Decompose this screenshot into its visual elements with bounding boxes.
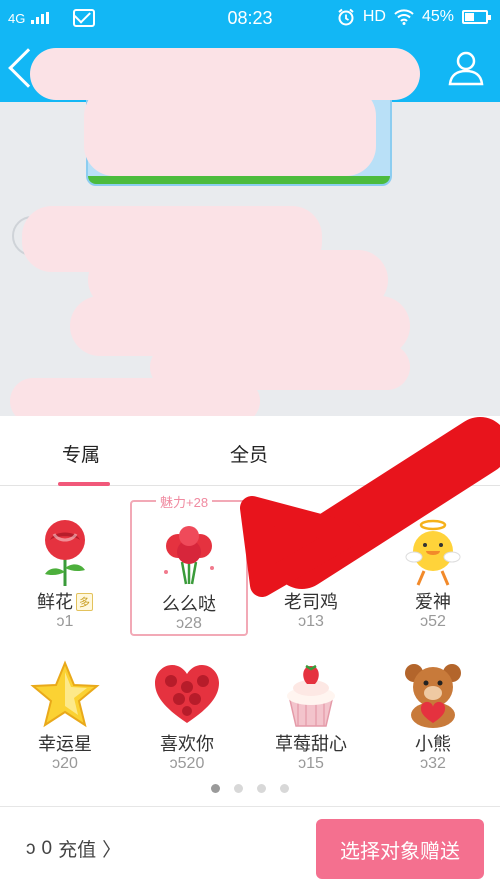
battery-percent: 45%	[421, 8, 454, 25]
status-bar: 4G 08:23 HD 45%	[0, 0, 500, 36]
balance-recharge[interactable]: ↄ 0 充值 〉	[26, 835, 121, 862]
coin-icon: ↄ	[420, 613, 429, 630]
coin-icon: ↄ	[52, 755, 61, 772]
gift-item-chicken[interactable]: 老司鸡 ↄ13	[252, 500, 370, 636]
wifi-icon	[394, 9, 414, 25]
gift-item-bear[interactable]: 小熊 ↄ32	[374, 642, 492, 778]
rose-icon	[45, 520, 85, 586]
gift-price: 1	[64, 613, 74, 630]
multi-tag-badge: 多	[76, 593, 93, 611]
cupcake-icon	[287, 664, 335, 727]
coin-icon: ↄ	[298, 755, 307, 772]
gift-name: 爱神	[415, 592, 451, 612]
gift-name: 喜欢你	[160, 734, 214, 754]
page-indicator	[0, 784, 500, 793]
chicken-icon	[299, 545, 335, 573]
gift-item-like-you[interactable]: 喜欢你 ↄ520	[128, 642, 246, 778]
gift-item-strawberry-sweetheart[interactable]: 草莓甜心 ↄ15	[252, 642, 370, 778]
coin-icon: ↄ	[420, 755, 429, 772]
gift-name: 幸运星	[38, 734, 92, 754]
gift-tabs: 专属 全员	[0, 416, 500, 486]
cupid-icon	[405, 519, 461, 586]
gift-price: 52	[428, 613, 446, 630]
gift-price: 20	[60, 755, 78, 772]
alarm-icon	[338, 8, 354, 26]
gift-name: 小熊	[415, 734, 451, 754]
gift-price: 520	[177, 755, 205, 772]
coin-icon: ↄ	[176, 615, 185, 632]
tab-all-members[interactable]: 全员	[230, 440, 268, 467]
star-icon	[30, 660, 100, 728]
gift-item-flower[interactable]: 鲜花多 ↄ1	[6, 500, 124, 636]
bear-icon	[405, 664, 461, 728]
gift-price: 28	[184, 615, 202, 632]
gift-price: 13	[306, 613, 324, 630]
battery-icon	[462, 10, 491, 24]
gift-footer: ↄ 0 充值 〉 选择对象赠送	[0, 806, 500, 889]
hd-label: HD	[362, 8, 386, 25]
tab-exclusive[interactable]: 专属	[62, 440, 100, 467]
page-dot[interactable]	[234, 784, 243, 793]
page-dot[interactable]	[257, 784, 266, 793]
gift-name: 么么哒	[162, 594, 216, 614]
charm-bonus-label: 魅力+28	[156, 492, 213, 511]
coin-icon: ↄ	[26, 837, 36, 859]
page-dot[interactable]	[280, 784, 289, 793]
redaction-mark	[84, 86, 376, 176]
gift-name: 草莓甜心	[275, 734, 347, 754]
gift-item-cupid[interactable]: 爱神 ↄ52	[374, 500, 492, 636]
page-dot[interactable]	[211, 784, 220, 793]
coin-icon: ↄ	[298, 613, 307, 630]
choose-recipient-send-button[interactable]: 选择对象赠送	[316, 819, 484, 879]
profile-icon[interactable]	[446, 48, 486, 88]
active-tab-indicator	[58, 482, 110, 486]
gift-name: 老司鸡	[284, 592, 338, 612]
recharge-link[interactable]: 充值	[58, 835, 96, 862]
gift-item-mwah[interactable]: 魅力+28 么么哒 ↄ28	[130, 492, 248, 636]
gift-name: 鲜花	[37, 592, 73, 612]
coin-balance: 0	[41, 837, 53, 859]
gift-item-lucky-star[interactable]: 幸运星 ↄ20	[6, 642, 124, 778]
coin-icon: ↄ	[56, 613, 65, 630]
gift-panel: 专属 全员 鲜花多 ↄ1 魅力+28 么么哒 ↄ28 老司鸡 ↄ13 爱神 ↄ5…	[0, 416, 500, 889]
coin-icon: ↄ	[169, 755, 178, 772]
gift-price: 15	[306, 755, 324, 772]
heart-roses-icon	[155, 665, 219, 723]
chevron-right-icon: 〉	[102, 840, 122, 861]
rose-bouquet-icon	[164, 526, 214, 585]
gift-price: 32	[428, 755, 446, 772]
